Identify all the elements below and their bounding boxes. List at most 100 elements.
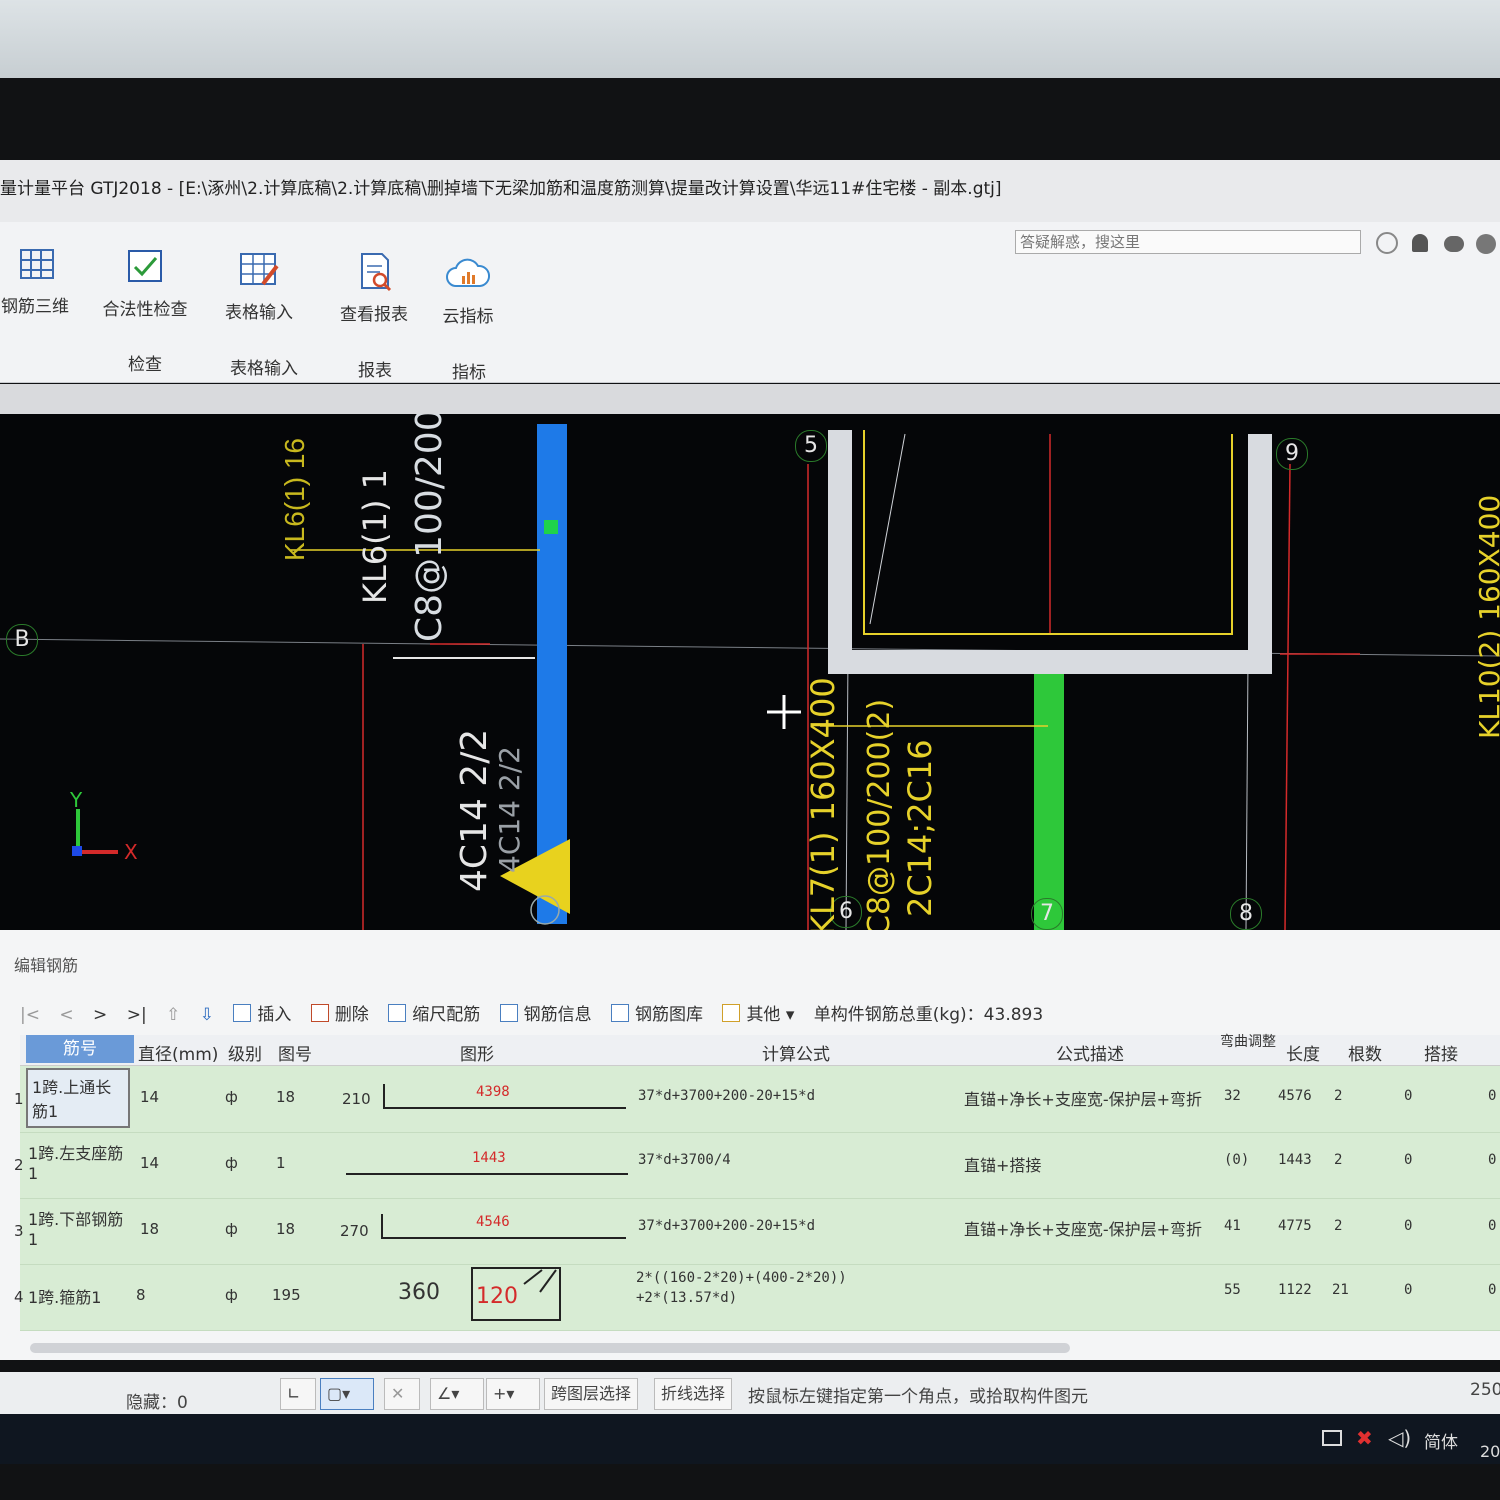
cad-drawing-canvas[interactable]: B 5 9 6 7 8 KL6(1) 16 KL6(1) 1 C8@100/20… [0, 414, 1500, 930]
delete-button[interactable]: 删除 [310, 1000, 369, 1025]
annotation-bottom-bars: 4C14 2/2 [454, 728, 495, 892]
diameter-cell[interactable]: 18 [140, 1220, 159, 1238]
last-record-icon[interactable]: >| [127, 1005, 147, 1025]
col-bar-no[interactable]: 筋号 [26, 1035, 134, 1063]
validity-check-button[interactable]: 合法性检查 [98, 247, 192, 320]
col-count[interactable]: 根数 [1348, 1040, 1382, 1065]
first-record-icon[interactable]: |< [20, 1005, 40, 1025]
diameter-cell[interactable]: 14 [140, 1154, 159, 1172]
col-grade[interactable]: 级别 [228, 1040, 262, 1065]
user-icon[interactable] [1376, 232, 1398, 254]
lap-cell[interactable]: 0 [1404, 1088, 1412, 1104]
formula-desc-cell[interactable]: 直锚+净长+支座宽-保护层+弯折 [964, 1086, 1202, 1110]
horizontal-scrollbar[interactable] [30, 1343, 1070, 1353]
bend-cell[interactable]: 55 [1224, 1282, 1241, 1298]
move-up-icon[interactable]: ⇧ [166, 1005, 180, 1025]
fig-no-cell[interactable]: 18 [276, 1088, 295, 1106]
angle-toggle[interactable]: ∠▾ [430, 1378, 484, 1410]
col-length[interactable]: 长度 [1286, 1040, 1320, 1065]
formula-cell[interactable]: 37*d+3700/4 [638, 1152, 731, 1168]
formula-cell[interactable]: 37*d+3700+200-20+15*d [638, 1088, 815, 1104]
diameter-cell[interactable]: 8 [136, 1286, 146, 1304]
rebar-3d-button[interactable]: 钢筋三维 [0, 244, 70, 317]
ucs-y-label: Y [70, 788, 83, 812]
count-cell[interactable]: 2 [1334, 1088, 1342, 1104]
ortho-toggle[interactable]: ∟ [280, 1378, 316, 1410]
search-input[interactable]: 答疑解惑，搜这里 [1015, 230, 1361, 254]
formula-desc-cell[interactable]: 直锚+净长+支座宽-保护层+弯折 [964, 1216, 1202, 1240]
annotation-kl6-small: KL6(1) 16 [279, 438, 310, 561]
cloud-index-button[interactable]: 云指标 [436, 254, 500, 327]
bend-cell[interactable]: 41 [1224, 1218, 1241, 1234]
clock[interactable]: 20 [1480, 1442, 1500, 1461]
insert-button[interactable]: 插入 [233, 1000, 291, 1025]
col-shape[interactable]: 图形 [460, 1040, 494, 1065]
col-bend-adjust[interactable]: 弯曲调整 [1220, 1035, 1276, 1049]
security-alert-icon[interactable]: ✖ [1356, 1426, 1373, 1450]
fig-no-cell[interactable]: 1 [276, 1154, 286, 1172]
rebar-info-button[interactable]: 钢筋信息 [499, 1000, 592, 1025]
grade-cell[interactable]: ф [225, 1088, 238, 1106]
grade-cell[interactable]: ф [225, 1286, 238, 1304]
rebar-table-body: 1 1跨.上通长筋1 14 ф 18 210 4398 37*d+3700+20… [14, 1066, 1500, 1331]
bar-name-cell[interactable]: 1跨.下部钢筋1 [28, 1206, 128, 1249]
bar-name-cell[interactable]: 1跨.左支座筋1 [28, 1140, 128, 1183]
col-diameter[interactable]: 直径(mm) [138, 1040, 218, 1065]
formula-desc-cell[interactable]: 直锚+搭接 [964, 1152, 1041, 1176]
bell-icon[interactable] [1412, 234, 1428, 252]
col-lap[interactable]: 搭接 [1424, 1040, 1458, 1065]
table-row[interactable]: 1 1跨.上通长筋1 14 ф 18 210 4398 37*d+3700+20… [14, 1066, 1500, 1133]
fig-no-cell[interactable]: 18 [276, 1220, 295, 1238]
polyline-select-button[interactable]: 折线选择 [654, 1378, 733, 1410]
table-row[interactable]: 3 1跨.下部钢筋1 18 ф 18 270 4546 37*d+3700+20… [14, 1198, 1500, 1265]
chat-icon[interactable] [1444, 236, 1464, 252]
scale-rebar-button[interactable]: 缩尺配筋 [388, 1000, 480, 1025]
prev-record-icon[interactable]: < [59, 1005, 73, 1025]
fig-no-cell[interactable]: 195 [272, 1286, 301, 1304]
lap-cell[interactable]: 0 [1404, 1152, 1412, 1168]
row-number: 2 [14, 1156, 24, 1174]
col-fig-no[interactable]: 图号 [278, 1040, 312, 1065]
ime-indicator[interactable]: 简体 [1424, 1428, 1458, 1453]
col-formula-desc[interactable]: 公式描述 [1056, 1040, 1124, 1065]
count-cell[interactable]: 2 [1334, 1152, 1342, 1168]
grade-cell[interactable]: ф [225, 1220, 238, 1238]
col-formula[interactable]: 计算公式 [762, 1040, 830, 1065]
volume-icon[interactable]: ◁) [1388, 1426, 1411, 1450]
select-box-toggle[interactable]: ▢▾ [320, 1378, 374, 1410]
extra-cell[interactable]: 0 [1488, 1218, 1496, 1234]
move-down-icon[interactable]: ⇩ [200, 1005, 214, 1025]
network-icon[interactable] [1322, 1430, 1342, 1446]
table-input-icon [240, 253, 279, 286]
table-row[interactable]: 2 1跨.左支座筋1 14 ф 1 1443 37*d+3700/4 直锚+搭接… [14, 1132, 1500, 1199]
formula-cell-line2[interactable]: +2*(13.57*d) [636, 1290, 737, 1306]
other-dropdown[interactable]: 其他 ▾ [722, 1000, 794, 1025]
table-row[interactable]: 4 1跨.箍筋1 8 ф 195 360 120 2*((160-2*20)+(… [14, 1264, 1500, 1331]
count-cell[interactable]: 2 [1334, 1218, 1342, 1234]
grade-cell[interactable]: ф [225, 1154, 238, 1172]
count-cell[interactable]: 21 [1332, 1282, 1349, 1298]
extra-cell[interactable]: 0 [1488, 1152, 1496, 1168]
lap-cell[interactable]: 0 [1404, 1218, 1412, 1234]
bar-name-cell[interactable]: 1跨.上通长筋1 [26, 1068, 130, 1128]
cross-select-toggle[interactable]: ✕ [384, 1378, 420, 1410]
help-icon[interactable] [1476, 234, 1496, 254]
view-report-button[interactable]: 查看报表 [334, 252, 414, 325]
lap-cell[interactable]: 0 [1404, 1282, 1412, 1298]
table-input-button[interactable]: 表格输入 [218, 250, 300, 323]
cross-layer-select-button[interactable]: 跨图层选择 [544, 1378, 639, 1410]
next-record-icon[interactable]: > [93, 1005, 107, 1025]
snap-toggle[interactable]: +▾ [486, 1378, 540, 1410]
bend-cell[interactable]: (0) [1224, 1152, 1249, 1168]
extra-cell[interactable]: 0 [1488, 1088, 1496, 1104]
axis-line-6 [845, 653, 849, 930]
annotation-bottom-bars-small: 4C14 2/2 [493, 746, 526, 873]
extra-cell[interactable]: 0 [1488, 1282, 1496, 1298]
rebar-library-button[interactable]: 钢筋图库 [611, 1000, 703, 1025]
bend-cell[interactable]: 32 [1224, 1088, 1241, 1104]
ribbon-group-table-input: 表格输入 [230, 359, 298, 379]
diameter-cell[interactable]: 14 [140, 1088, 159, 1106]
formula-cell[interactable]: 37*d+3700+200-20+15*d [638, 1218, 815, 1234]
bar-name-cell[interactable]: 1跨.箍筋1 [28, 1284, 101, 1308]
formula-cell-line1[interactable]: 2*((160-2*20)+(400-2*20)) [636, 1270, 847, 1286]
